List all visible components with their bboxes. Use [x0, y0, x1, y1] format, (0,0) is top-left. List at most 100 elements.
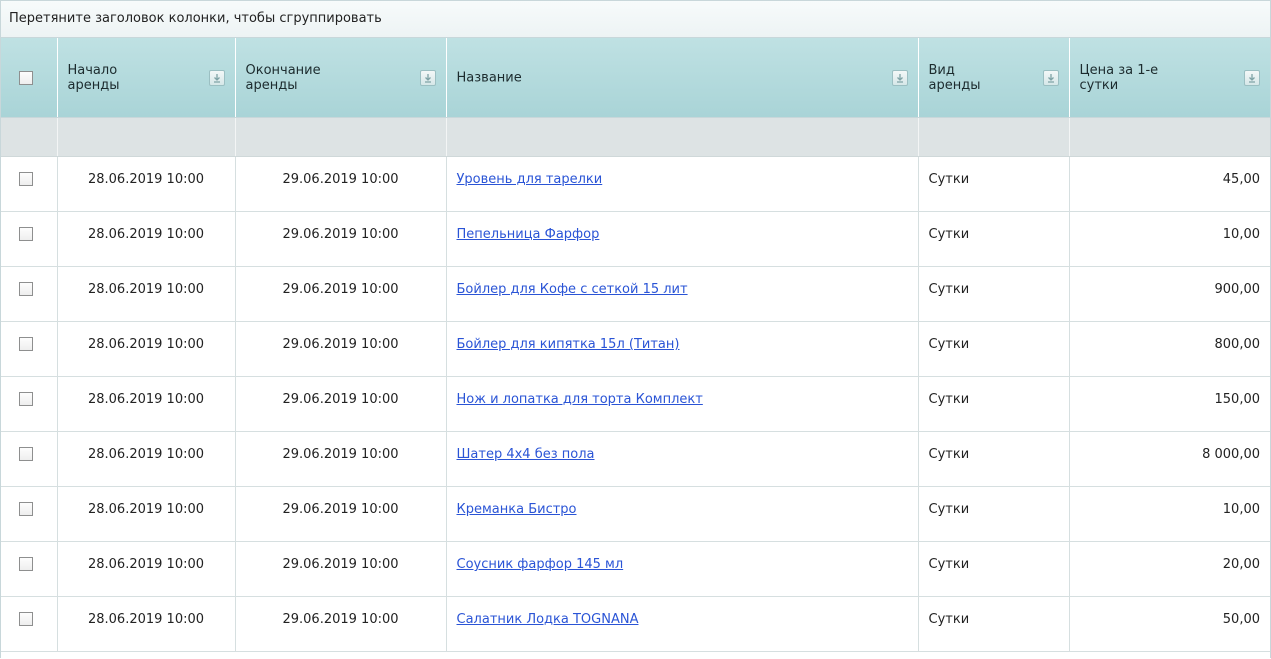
column-header-name[interactable]: Название	[446, 38, 919, 118]
row-checkbox[interactable]	[19, 447, 33, 461]
item-name-link[interactable]: Салатник Лодка TOGNANA	[457, 612, 639, 627]
name-cell: Бойлер для кипятка 15л (Титан)	[446, 321, 919, 377]
end-date: 29.06.2019 10:00	[282, 557, 399, 572]
end-cell: 29.06.2019 10:00	[235, 266, 447, 322]
row-checkbox[interactable]	[19, 282, 33, 296]
item-name-link[interactable]: Нож и лопатка для торта Комплект	[457, 392, 703, 407]
rental-kind: Сутки	[928, 447, 970, 462]
end-cell: 29.06.2019 10:00	[235, 321, 447, 377]
table-row[interactable]: 28.06.2019 10:00 29.06.2019 10:00 Уровень …	[1, 156, 1270, 212]
table-row[interactable]: 28.06.2019 10:00 29.06.2019 10:00 Нож и ло…	[1, 376, 1270, 432]
kind-cell: Сутки	[918, 431, 1070, 487]
row-checkbox[interactable]	[19, 337, 33, 351]
item-name-link[interactable]: Бойлер для кипятка 15л (Титан)	[457, 337, 680, 352]
rental-kind: Сутки	[928, 227, 970, 242]
row-checkbox[interactable]	[19, 612, 33, 626]
end-cell: 29.06.2019 10:00	[235, 541, 447, 597]
price-cell: 10,00	[1069, 211, 1270, 267]
start-cell: 28.06.2019 10:00	[57, 431, 236, 487]
table-row[interactable]: 28.06.2019 10:00 29.06.2019 10:00 Бойлер д…	[1, 266, 1270, 322]
row-checkbox[interactable]	[19, 557, 33, 571]
rental-kind: Сутки	[928, 337, 970, 352]
filter-icon[interactable]	[208, 69, 225, 86]
item-name-link[interactable]: Соусник фарфор 145 мл	[457, 557, 624, 572]
end-date: 29.06.2019 10:00	[282, 447, 399, 462]
end-cell: 29.06.2019 10:00	[235, 596, 447, 652]
column-header-price[interactable]: Цена за 1-е сутки	[1069, 38, 1270, 118]
row-checkbox[interactable]	[19, 502, 33, 516]
name-cell: Уровень для тарелки	[446, 156, 919, 212]
column-header-kind[interactable]: Вид аренды	[918, 38, 1070, 118]
filter-cell[interactable]	[918, 117, 1070, 157]
price-value: 20,00	[1222, 557, 1260, 572]
price-value: 900,00	[1214, 282, 1261, 297]
start-date: 28.06.2019 10:00	[87, 337, 205, 352]
row-select-cell	[1, 486, 58, 542]
row-select-cell	[1, 321, 58, 377]
row-checkbox[interactable]	[19, 172, 33, 186]
filter-cell[interactable]	[1, 117, 58, 157]
row-select-cell	[1, 596, 58, 652]
price-value: 45,00	[1222, 172, 1260, 187]
filter-icon[interactable]	[1042, 69, 1059, 86]
name-cell: Шатер 4х4 без пола	[446, 431, 919, 487]
start-date: 28.06.2019 10:00	[87, 502, 205, 517]
item-name-link[interactable]: Пепельница Фарфор	[457, 227, 600, 242]
name-cell: Пепельница Фарфор	[446, 211, 919, 267]
filter-icon[interactable]	[891, 69, 908, 86]
rental-kind: Сутки	[928, 557, 970, 572]
filter-cell[interactable]	[446, 117, 919, 157]
filter-cell[interactable]	[57, 117, 236, 157]
kind-cell: Сутки	[918, 266, 1070, 322]
item-name-link[interactable]: Уровень для тарелки	[457, 172, 603, 187]
column-header-start[interactable]: Начало аренды	[57, 38, 236, 118]
kind-cell: Сутки	[918, 376, 1070, 432]
price-value: 10,00	[1222, 502, 1260, 517]
price-value: 8 000,00	[1202, 447, 1260, 462]
filter-icon[interactable]	[419, 69, 436, 86]
table-row[interactable]: 28.06.2019 10:00 29.06.2019 10:00 Пепельни…	[1, 211, 1270, 267]
price-cell: 10,00	[1069, 486, 1270, 542]
rental-table: Начало аренды Окончание аренды Название …	[1, 38, 1270, 652]
row-checkbox[interactable]	[19, 227, 33, 241]
row-select-cell	[1, 266, 58, 322]
item-name-link[interactable]: Бойлер для Кофе с сеткой 15 лит	[457, 282, 688, 297]
table-row[interactable]: 28.06.2019 10:00 29.06.2019 10:00 Соусник …	[1, 541, 1270, 597]
end-date: 29.06.2019 10:00	[282, 337, 399, 352]
group-by-panel[interactable]: Перетяните заголовок колонки, чтобы сгру…	[1, 1, 1270, 38]
table-row[interactable]: 28.06.2019 10:00 29.06.2019 10:00 Креманка…	[1, 486, 1270, 542]
end-date: 29.06.2019 10:00	[282, 502, 399, 517]
header-select-all	[1, 38, 58, 118]
filter-cell[interactable]	[1069, 117, 1270, 157]
table-row[interactable]: 28.06.2019 10:00 29.06.2019 10:00 Бойлер д…	[1, 321, 1270, 377]
end-cell: 29.06.2019 10:00	[235, 486, 447, 542]
table-row[interactable]: 28.06.2019 10:00 29.06.2019 10:00 Шатер 4х…	[1, 431, 1270, 487]
filter-icon[interactable]	[1244, 69, 1260, 86]
row-select-cell	[1, 156, 58, 212]
kind-cell: Сутки	[918, 321, 1070, 377]
table-row[interactable]: 28.06.2019 10:00 29.06.2019 10:00 Салатник…	[1, 596, 1270, 652]
name-cell: Нож и лопатка для торта Комплект	[446, 376, 919, 432]
row-checkbox[interactable]	[19, 392, 33, 406]
end-cell: 29.06.2019 10:00	[235, 211, 447, 267]
row-select-cell	[1, 376, 58, 432]
kind-cell: Сутки	[918, 541, 1070, 597]
filter-cell[interactable]	[235, 117, 447, 157]
start-cell: 28.06.2019 10:00	[57, 266, 236, 322]
price-value: 800,00	[1214, 337, 1261, 352]
price-cell: 45,00	[1069, 156, 1270, 212]
name-cell: Салатник Лодка TOGNANA	[446, 596, 919, 652]
column-header-end[interactable]: Окончание аренды	[235, 38, 447, 118]
price-cell: 20,00	[1069, 541, 1270, 597]
item-name-link[interactable]: Креманка Бистро	[457, 502, 577, 517]
column-header-label: Начало аренды	[67, 62, 120, 93]
rental-kind: Сутки	[928, 172, 970, 187]
filter-row	[1, 117, 1270, 157]
rental-kind: Сутки	[928, 502, 970, 517]
price-value: 150,00	[1214, 392, 1261, 407]
price-value: 50,00	[1222, 612, 1260, 627]
select-all-checkbox[interactable]	[19, 70, 33, 85]
kind-cell: Сутки	[918, 211, 1070, 267]
name-cell: Соусник фарфор 145 мл	[446, 541, 919, 597]
item-name-link[interactable]: Шатер 4х4 без пола	[457, 447, 595, 462]
